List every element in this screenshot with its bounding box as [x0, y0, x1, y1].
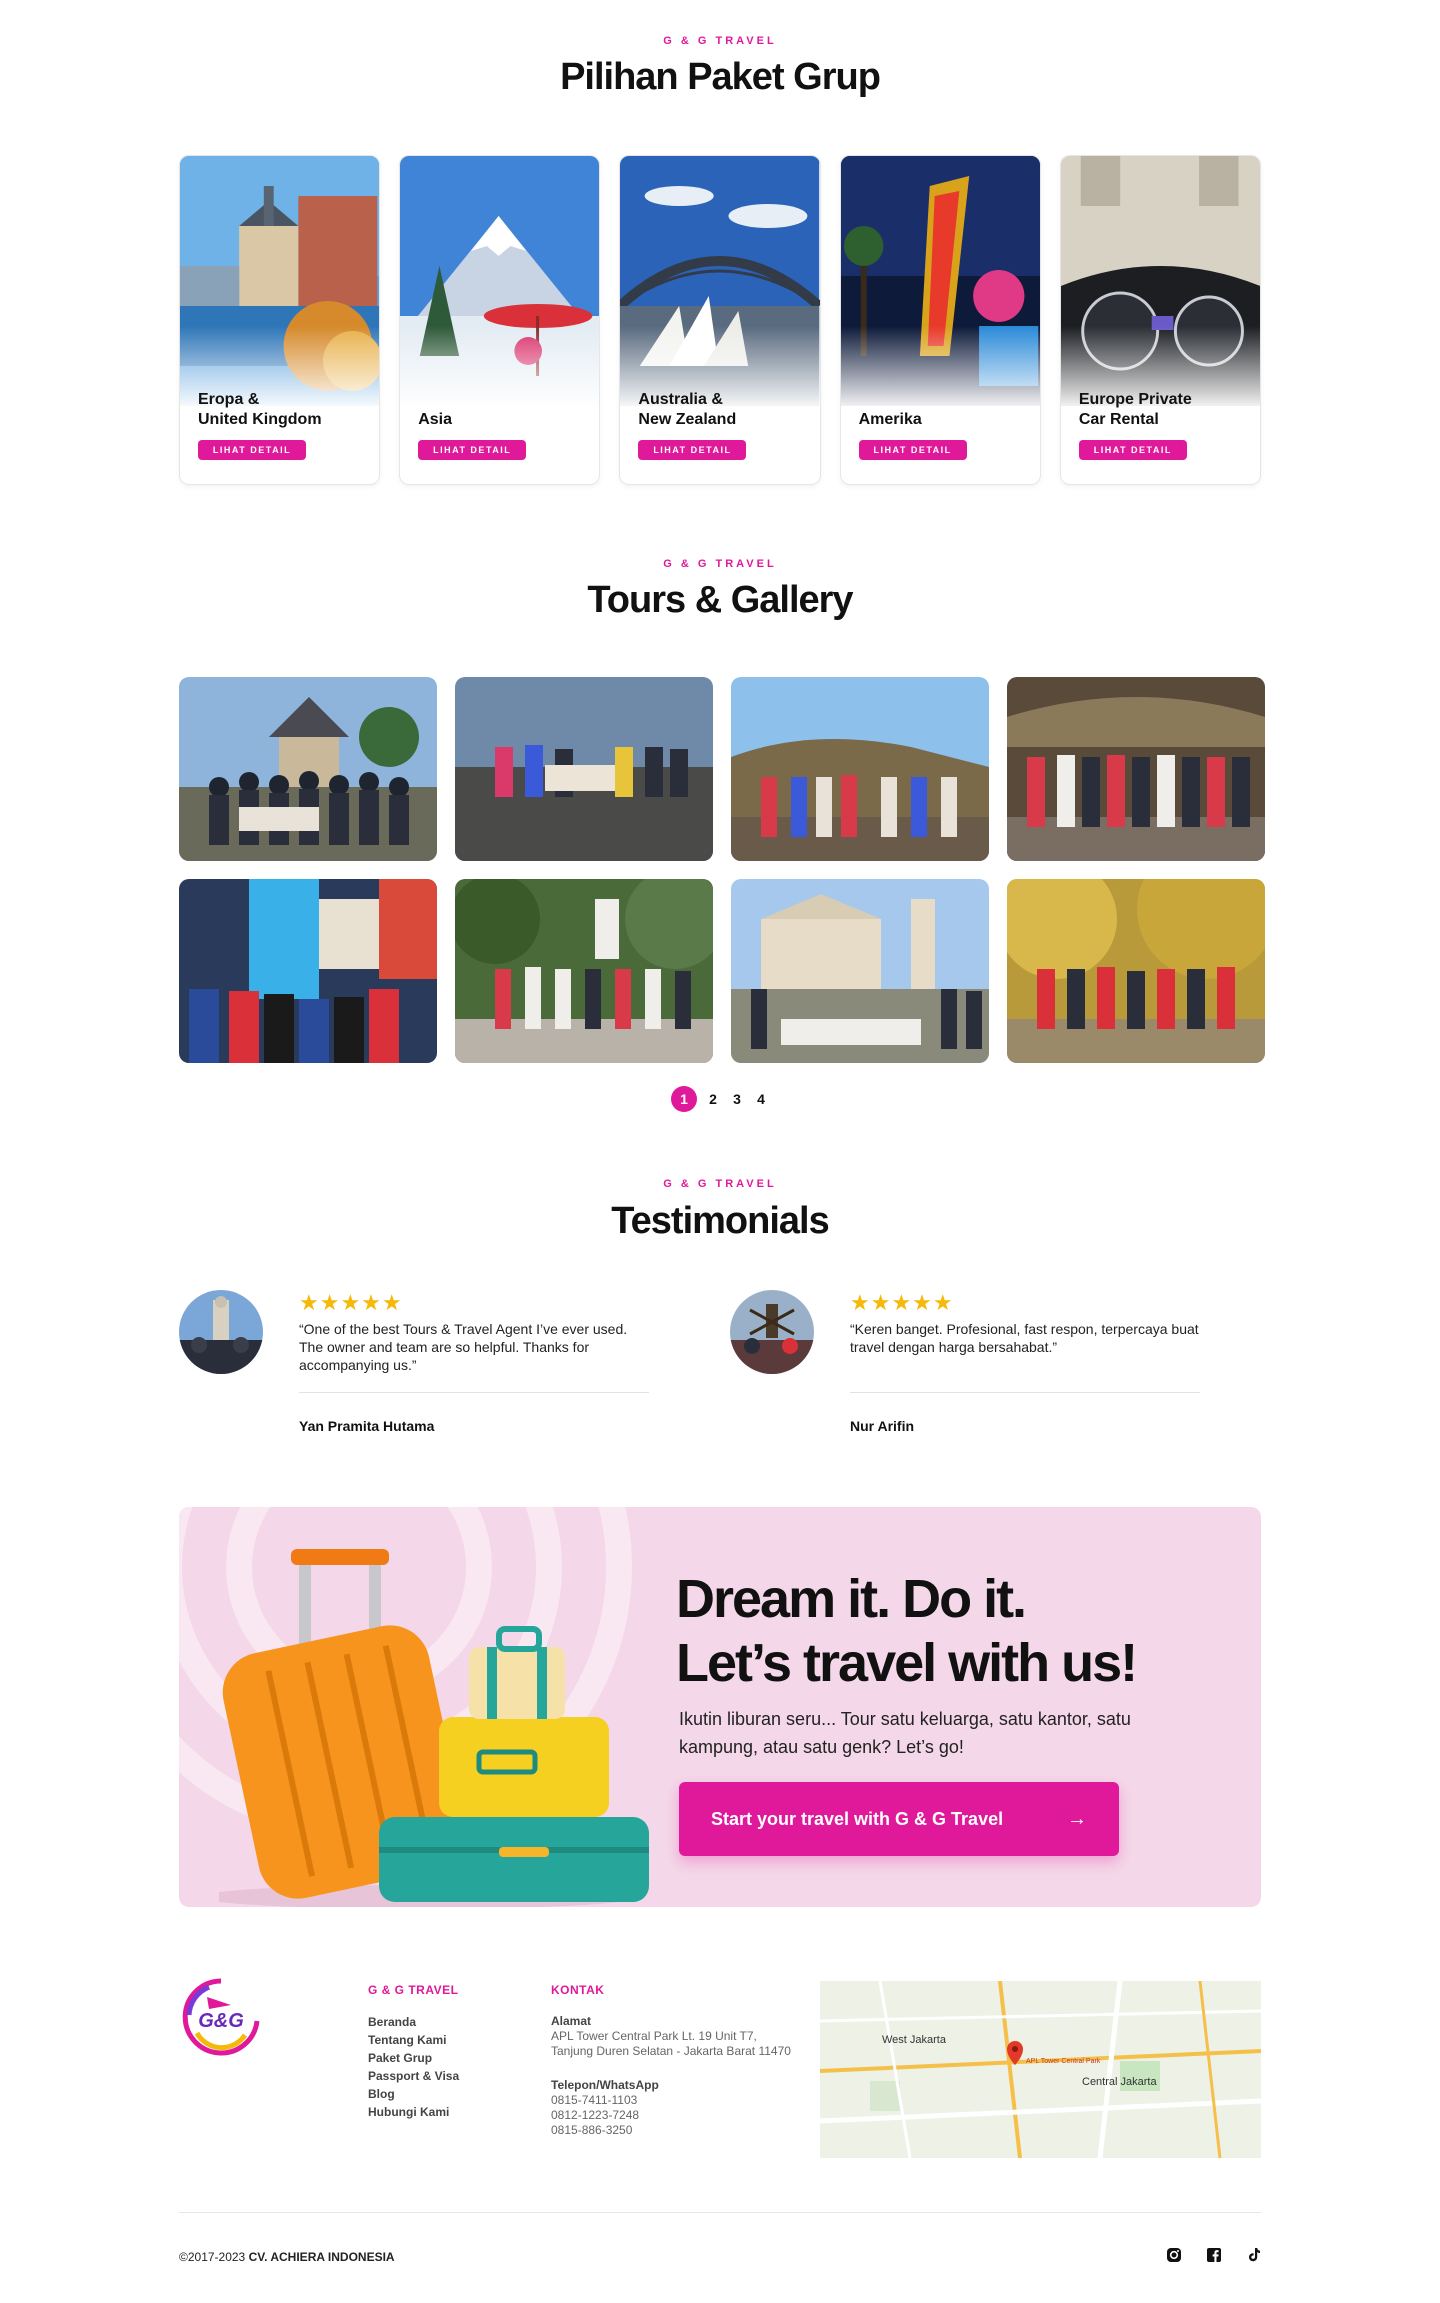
- copyright: ©2017-2023 CV. ACHIERA INDONESIA: [179, 2250, 395, 2264]
- gallery-photo[interactable]: [455, 677, 713, 861]
- footer-link-passport[interactable]: Passport & Visa: [368, 2067, 459, 2085]
- package-card-asia[interactable]: Asia LIHAT DETAIL: [399, 155, 601, 485]
- package-detail-button[interactable]: LIHAT DETAIL: [198, 440, 306, 460]
- package-detail-button[interactable]: LIHAT DETAIL: [1078, 440, 1187, 460]
- package-name: Eropa & United Kingdom: [198, 391, 322, 428]
- arrow-right-icon: →: [1067, 1807, 1087, 1830]
- rating-stars: ★★★★★: [850, 1290, 954, 1315]
- page-button-2[interactable]: 2: [705, 1086, 721, 1112]
- footer-contact: KONTAK Alamat APL Tower Central Park Lt.…: [551, 1983, 791, 2138]
- footer-divider: [179, 2212, 1261, 2213]
- copyright-year: ©2017-2023: [179, 2250, 249, 2264]
- testimonial-quote: “One of the best Tours & Travel Agent I’…: [299, 1321, 628, 1373]
- package-image-australia: [620, 156, 820, 406]
- gallery-photo[interactable]: [731, 879, 989, 1063]
- address-label: Alamat: [551, 2014, 592, 2028]
- cta-banner: Dream it. Do it. Let’s travel with us! Ik…: [179, 1507, 1261, 1907]
- phone-number[interactable]: 0812-1223-7248: [551, 2108, 791, 2123]
- gallery-photo[interactable]: [455, 879, 713, 1063]
- logo-text: G&G: [198, 2010, 244, 2032]
- testimonials-eyebrow: G & G TRAVEL: [663, 1178, 777, 1190]
- page-button-3[interactable]: 3: [729, 1086, 745, 1112]
- start-travel-button[interactable]: Start your travel with G & G Travel →: [679, 1782, 1119, 1856]
- package-card-australia[interactable]: Australia & New Zealand LIHAT DETAIL: [619, 155, 821, 485]
- package-name: Europe Private Car Rental: [1078, 391, 1192, 428]
- cta-text: Ikutin liburan seru... Tour satu keluarg…: [679, 1709, 1131, 1757]
- divider: [299, 1392, 649, 1393]
- footer-link-hubungi[interactable]: Hubungi Kami: [368, 2103, 459, 2121]
- footer-link-paket[interactable]: Paket Grup: [368, 2049, 459, 2067]
- footer-link-blog[interactable]: Blog: [368, 2085, 459, 2103]
- gallery-photo[interactable]: [1007, 677, 1265, 861]
- testimonial-author: Nur Arifin: [850, 1418, 915, 1434]
- package-name: Asia: [418, 411, 452, 428]
- social-links: [1165, 2246, 1263, 2264]
- testimonial-quote: “Keren banget. Profesional, fast respon,…: [850, 1321, 1199, 1355]
- package-image-asia: [400, 156, 600, 406]
- footer-link-beranda[interactable]: Beranda: [368, 2013, 459, 2031]
- address-text: APL Tower Central Park Lt. 19 Unit T7, T…: [551, 2029, 791, 2058]
- footer-link-tentang[interactable]: Tentang Kami: [368, 2031, 459, 2049]
- copyright-company: CV. ACHIERA INDONESIA: [248, 2250, 395, 2264]
- gallery-photo[interactable]: [1007, 879, 1265, 1063]
- package-name: Amerika: [858, 411, 922, 428]
- package-detail-button[interactable]: LIHAT DETAIL: [858, 440, 967, 460]
- avatar: [730, 1290, 814, 1374]
- footer-nav-heading: G & G TRAVEL: [368, 1983, 459, 1997]
- package-image-europe: [180, 156, 380, 406]
- gallery-title: Tours & Gallery: [587, 579, 853, 621]
- package-detail-button[interactable]: LIHAT DETAIL: [638, 440, 747, 460]
- gallery-photo[interactable]: [179, 677, 437, 861]
- cta-heading-line2: Let’s travel with us!: [676, 1633, 1138, 1693]
- package-card-amerika[interactable]: Amerika LIHAT DETAIL: [839, 155, 1041, 485]
- cta-heading: Dream it. Do it. Let’s travel with us!: [676, 1567, 1138, 1695]
- page-button-1[interactable]: 1: [671, 1086, 697, 1112]
- package-card-car-rental[interactable]: Europe Private Car Rental LIHAT DETAIL: [1059, 155, 1262, 485]
- package-image-amerika: [840, 156, 1040, 406]
- tiktok-icon[interactable]: [1245, 2246, 1263, 2264]
- map-label-west: West Jakarta: [882, 2034, 947, 2046]
- divider: [850, 1392, 1200, 1393]
- package-name: Australia & New Zealand: [638, 391, 737, 428]
- package-image-car-rental: [1060, 156, 1261, 406]
- package-list: Eropa & United Kingdom LIHAT DETAIL Asia…: [179, 155, 1262, 485]
- testimonial-author: Yan Pramita Hutama: [299, 1418, 435, 1434]
- page-button-4[interactable]: 4: [753, 1086, 769, 1112]
- phone-number[interactable]: 0815-886-3250: [551, 2123, 791, 2138]
- facebook-icon[interactable]: [1205, 2246, 1223, 2264]
- gallery-eyebrow: G & G TRAVEL: [663, 558, 777, 570]
- gallery-photo[interactable]: [179, 879, 437, 1063]
- phone-number[interactable]: 0815-7411-1103: [551, 2093, 791, 2108]
- footer-contact-heading: KONTAK: [551, 1983, 605, 1997]
- avatar: [179, 1290, 263, 1374]
- footer-nav: G & G TRAVEL Beranda Tentang Kami Paket …: [368, 1983, 459, 2121]
- brand-logo[interactable]: G&G: [179, 1975, 263, 2059]
- packages-eyebrow: G & G TRAVEL: [663, 35, 777, 47]
- gallery-pagination: 1 2 3 4: [0, 1086, 1440, 1112]
- package-card-europe[interactable]: Eropa & United Kingdom LIHAT DETAIL: [179, 155, 381, 485]
- start-travel-label: Start your travel with G & G Travel: [711, 1808, 1004, 1829]
- gallery-photo[interactable]: [731, 677, 989, 861]
- phone-label: Telepon/WhatsApp: [551, 2078, 659, 2092]
- cta-heading-line1: Dream it. Do it.: [676, 1569, 1027, 1629]
- location-map[interactable]: West Jakarta Central Jakarta APL Tower C…: [820, 1981, 1261, 2158]
- testimonials-title: Testimonials: [611, 1200, 829, 1242]
- luggage-illustration: [219, 1549, 649, 1907]
- map-label-central: Central Jakarta: [1082, 2076, 1157, 2088]
- map-label-pin: APL Tower Central Park: [1026, 2058, 1101, 2065]
- package-detail-button[interactable]: LIHAT DETAIL: [418, 440, 527, 460]
- rating-stars: ★★★★★: [299, 1290, 403, 1315]
- gallery-grid: [179, 677, 1265, 1063]
- instagram-icon[interactable]: [1165, 2246, 1183, 2264]
- packages-title: Pilihan Paket Grup: [560, 56, 881, 98]
